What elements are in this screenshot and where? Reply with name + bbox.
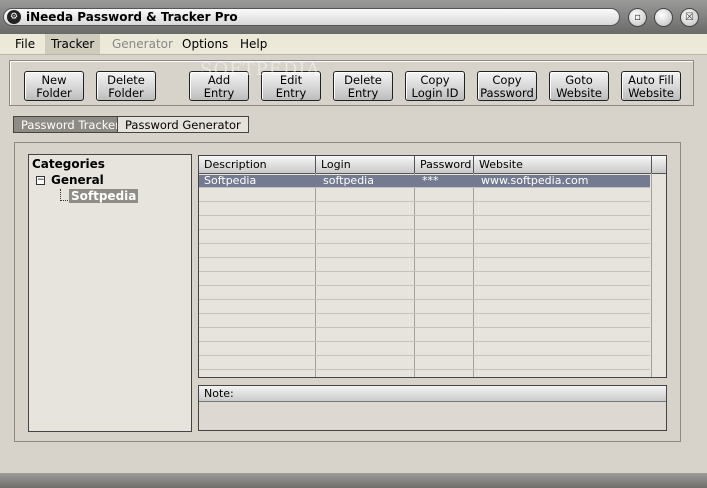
table-row-empty[interactable]: [199, 315, 650, 328]
collapse-icon[interactable]: −: [36, 176, 45, 185]
tree-item-softpedia-label: Softpedia: [69, 189, 139, 203]
restore-icon[interactable]: [654, 8, 673, 27]
menu-bar: File Tracker Generator Options Help: [0, 34, 707, 55]
cell-password: ***: [422, 175, 439, 187]
column-header-description[interactable]: Description: [199, 156, 316, 173]
table-row-empty[interactable]: [199, 203, 650, 216]
watermark: SOFTPEDIA: [200, 59, 321, 80]
table-row-empty[interactable]: [199, 343, 650, 356]
window-title: iNeeda Password & Tracker Pro: [26, 10, 238, 24]
note-panel[interactable]: Note:: [198, 385, 667, 431]
table-row-empty[interactable]: [199, 287, 650, 300]
table-row-empty[interactable]: [199, 245, 650, 258]
table-row-empty[interactable]: [199, 189, 650, 202]
menu-tracker[interactable]: Tracker: [45, 34, 101, 54]
table-row[interactable]: Softpedia softpedia *** www.softpedia.co…: [199, 175, 650, 188]
table-row-empty[interactable]: [199, 231, 650, 244]
copy-login-id-button[interactable]: Copy Login ID: [405, 71, 465, 101]
tree-item-general[interactable]: General: [51, 173, 104, 187]
tree-root-label: Categories: [32, 157, 105, 171]
title-pill: ⚙ iNeeda Password & Tracker Pro: [3, 8, 620, 26]
cell-login: softpedia: [323, 175, 374, 187]
delete-folder-button[interactable]: Delete Folder: [96, 71, 156, 101]
column-header-login[interactable]: Login: [316, 156, 415, 173]
entries-grid[interactable]: Description Login Password Website Softp…: [198, 155, 667, 378]
menu-generator[interactable]: Generator: [106, 34, 179, 54]
tree-item-softpedia[interactable]: Softpedia: [69, 189, 139, 203]
delete-entry-button[interactable]: Delete Entry: [333, 71, 393, 101]
menu-file[interactable]: File: [9, 34, 41, 54]
grid-header: Description Login Password Website: [199, 156, 666, 174]
title-bar[interactable]: ⚙ iNeeda Password & Tracker Pro ▫ ☒: [0, 0, 707, 34]
minimize-icon[interactable]: ▫: [628, 8, 647, 27]
column-header-password[interactable]: Password: [415, 156, 474, 173]
menu-options[interactable]: Options: [176, 34, 234, 54]
tab-password-generator[interactable]: Password Generator: [117, 116, 249, 133]
table-row-empty[interactable]: [199, 273, 650, 286]
new-folder-button[interactable]: New Folder: [24, 71, 84, 101]
column-header-website[interactable]: Website: [474, 156, 652, 173]
app-logo-icon[interactable]: ⚙: [7, 10, 21, 24]
table-row-empty[interactable]: [199, 357, 650, 370]
close-icon[interactable]: ☒: [680, 8, 699, 27]
goto-website-button[interactable]: Goto Website: [549, 71, 609, 101]
auto-fill-website-button[interactable]: Auto Fill Website: [621, 71, 681, 101]
table-row-empty[interactable]: [199, 301, 650, 314]
copy-password-button[interactable]: Copy Password: [477, 71, 537, 101]
categories-tree[interactable]: Categories − General Softpedia: [28, 154, 192, 432]
tab-password-tracker[interactable]: Password Tracker: [13, 116, 128, 133]
toolbar: New Folder Delete Folder Add Entry Edit …: [9, 60, 694, 106]
table-row-empty[interactable]: [199, 259, 650, 272]
column-divider: [651, 173, 652, 377]
status-bar: [0, 473, 707, 488]
table-row-empty[interactable]: [199, 329, 650, 342]
cell-description: Softpedia: [204, 175, 257, 187]
menu-help[interactable]: Help: [234, 34, 273, 54]
table-row-empty[interactable]: [199, 217, 650, 230]
note-label: Note:: [199, 386, 666, 402]
cell-website: www.softpedia.com: [481, 175, 589, 187]
